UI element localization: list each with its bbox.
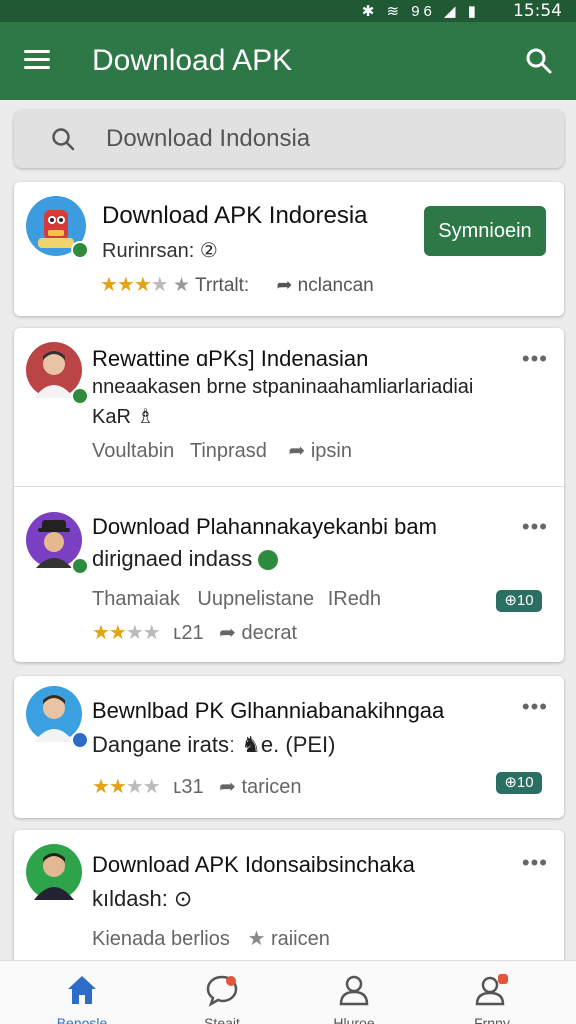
item-description-2: KaR ♗: [92, 406, 155, 428]
rating-stars: ★★★★: [92, 776, 161, 798]
featured-title: Download APK Indoresia: [102, 202, 368, 229]
item-meta-a: Kienada berlios: [92, 928, 230, 950]
nav-user[interactable]: Hluroe: [282, 961, 426, 1024]
nav-chat[interactable]: Steait: [150, 961, 294, 1024]
avatar: [26, 196, 89, 259]
item-meta-c: ipsin: [310, 440, 352, 462]
item-meta-a: Voultabin: [92, 440, 175, 462]
bottom-navigation: Benosle Steait Hluroe Frnny: [0, 960, 576, 1024]
menu-icon[interactable]: [24, 50, 50, 70]
share-icon: ➦: [288, 440, 306, 462]
home-icon: [68, 976, 96, 1004]
item-meta: Kienada berlios ★ raiicen: [92, 926, 330, 951]
item-title: Download APK Idonsaibsinchaka: [92, 852, 415, 877]
item-meta: Voultabin Tinprasd ➦ ipsin: [92, 438, 352, 463]
more-options-icon[interactable]: •••: [522, 694, 548, 720]
rating-stars: ★★★★: [100, 274, 169, 296]
featured-app-card[interactable]: Download APK Indoresia Rurinrsan: ② ★★★★…: [14, 182, 564, 316]
divider: [14, 486, 564, 487]
share-icon: ➦: [276, 275, 293, 296]
app-list-card: Rewattine ɑPKs] Indenasian ••• nneaakase…: [14, 328, 564, 662]
featured-meta-a: Trrtalt:: [195, 275, 250, 296]
update-badge[interactable]: ⊕10: [496, 590, 542, 612]
item-meta-b: Uupnelistane: [197, 588, 315, 610]
verified-badge: [71, 557, 89, 575]
page-title: Download APK: [92, 44, 293, 77]
verified-badge: [71, 731, 89, 749]
status-bar: ✱ ≋ 96 ◢ ▮ 15:54: [0, 0, 576, 22]
verified-badge: [71, 241, 89, 259]
nav-chat-label: Steait: [204, 1015, 240, 1024]
app-list-card[interactable]: Download APK Idonsaibsinchaka ••• kıldas…: [14, 830, 564, 970]
avatar: [26, 844, 86, 904]
item-title: Rewattine ɑPKs] Indenasian: [92, 346, 369, 371]
app-list-card[interactable]: Bewnlbad PK Glhanniabanakihngaa ••• Dang…: [14, 676, 564, 818]
install-button[interactable]: Symnioein: [424, 206, 546, 256]
share-icon: ➦: [219, 776, 236, 798]
search-text: Download Indonsia: [106, 125, 311, 152]
status-icons: ✱ ≋ 96 ◢ ▮: [361, 3, 480, 20]
item-meta-a: Thamaiak: [92, 588, 180, 610]
person-avatar-icon: [26, 844, 82, 900]
item-meta: Thamaiak Uupnelistane IRedh: [92, 588, 381, 611]
status-time: 15:54: [513, 1, 562, 21]
search-icon[interactable]: [524, 46, 554, 76]
more-options-icon[interactable]: •••: [522, 850, 548, 876]
nav-home[interactable]: Benosle: [10, 961, 154, 1024]
item-meta-d: ʟ31: [173, 776, 204, 798]
item-meta-e: taricen: [241, 776, 302, 798]
list-item[interactable]: Download Plahannakayekanbi bam ••• dirig…: [14, 488, 564, 662]
app-bar: Download APK: [0, 22, 576, 100]
nav-home-label: Benosle: [56, 1015, 108, 1024]
item-description: kıldash: ⊙: [92, 886, 193, 911]
item-meta-e: decrat: [241, 622, 298, 644]
user-icon: [339, 975, 369, 1006]
search-icon: [52, 128, 75, 151]
item-description: Dangane iratsː ♞e. (PEI): [92, 732, 336, 757]
share-icon: ➦: [219, 622, 236, 644]
rating-stars: ★★★★: [92, 622, 161, 644]
item-title: Download Plahannakayekanbi bam: [92, 514, 437, 539]
featured-subtitle: Rurinrsan: ②: [102, 240, 218, 262]
search-input[interactable]: Download Indonsia: [14, 110, 564, 168]
more-options-icon[interactable]: •••: [522, 514, 548, 540]
more-options-icon[interactable]: •••: [522, 346, 548, 372]
verified-icon: [258, 550, 279, 571]
item-rating-row: ★★★★ ʟ31 ➦ taricen: [92, 774, 302, 799]
featured-meta: ★★★★ ★ Trrtalt: ➦ nclancan: [100, 274, 374, 296]
item-meta-b: Tinprasd: [189, 440, 267, 462]
profile-icon: [475, 974, 508, 1006]
item-description: nneaakasen brne stpaninaahamliarlariadia…: [92, 376, 474, 398]
item-description-text: dirignaed indass: [92, 546, 253, 571]
avatar: [26, 342, 89, 405]
item-description: dirignaed indass: [92, 546, 279, 572]
item-rating-row: ★★★★ ʟ21 ➦ decrat: [92, 620, 297, 645]
verified-badge: [71, 387, 89, 405]
chat-icon: [206, 975, 238, 1007]
update-badge[interactable]: ⊕10: [496, 772, 542, 794]
nav-user-label: Hluroe: [333, 1015, 375, 1024]
item-meta-b: raiicen: [270, 928, 330, 950]
star-icon: ★: [247, 928, 266, 950]
list-item[interactable]: Rewattine ɑPKs] Indenasian ••• nneaakase…: [14, 328, 564, 486]
item-meta-d: ʟ21: [173, 622, 204, 644]
avatar: [26, 686, 89, 749]
item-title: Bewnlbad PK Glhanniabanakihngaa: [92, 698, 445, 723]
avatar: [26, 512, 89, 575]
item-meta-c: IRedh: [327, 588, 382, 610]
nav-profile[interactable]: Frnny: [420, 961, 564, 1024]
nav-profile-label: Frnny: [474, 1015, 510, 1024]
featured-meta-b: nclancan: [297, 275, 374, 296]
